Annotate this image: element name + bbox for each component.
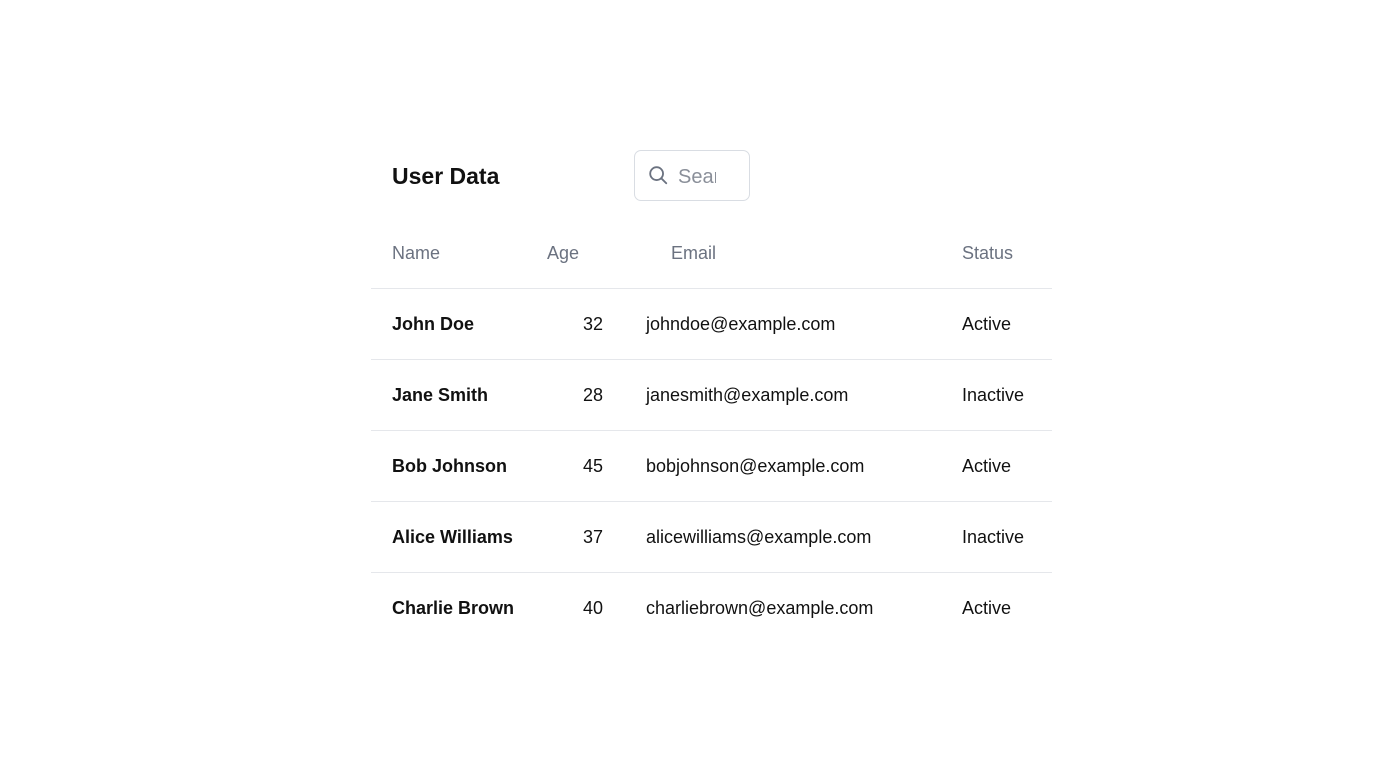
cell-email: janesmith@example.com (625, 359, 962, 431)
page-title: User Data (392, 163, 500, 189)
cell-age: 40 (582, 597, 603, 618)
cell-email: johndoe@example.com (625, 288, 962, 360)
cell-status: Active (962, 288, 1052, 360)
table-row[interactable]: Bob Johnson 45 bobjohnson@example.com Ac… (371, 430, 1052, 502)
cell-name: Alice Williams (371, 501, 547, 573)
cell-age: 45 (547, 430, 625, 502)
search-input[interactable] (678, 164, 716, 190)
cell-email: bobjohnson@example.com (625, 430, 962, 502)
user-data-card: User Data Name Age Email Status John Doe… (371, 150, 1052, 618)
cell-age: 32 (547, 288, 625, 360)
cell-status: Inactive (962, 359, 1052, 431)
table-header: Name Age Email Status (371, 218, 1052, 289)
column-header-email[interactable]: Email (625, 218, 962, 289)
cell-status: Inactive (962, 501, 1052, 573)
cell-name: Charlie Brown (392, 597, 515, 618)
column-header-status[interactable]: Status (962, 218, 1052, 289)
cell-name: John Doe (371, 288, 547, 360)
table-row[interactable]: Jane Smith 28 janesmith@example.com Inac… (371, 359, 1052, 431)
table-header-row: Name Age Email Status (371, 218, 1052, 289)
cell-status: Active (962, 597, 1012, 618)
cell-name: Jane Smith (371, 359, 547, 431)
user-table: Name Age Email Status John Doe 32 johndo… (371, 218, 1052, 643)
search-box[interactable] (634, 150, 750, 201)
search-icon (649, 166, 668, 185)
table-row[interactable]: Alice Williams 37 alicewilliams@example.… (371, 501, 1052, 573)
cell-email: alicewilliams@example.com (625, 501, 962, 573)
cell-status: Active (962, 430, 1052, 502)
column-header-name[interactable]: Name (371, 218, 547, 289)
cell-name: Bob Johnson (371, 430, 547, 502)
cell-email: charliebrown@example.com (646, 597, 874, 618)
card-header: User Data (371, 150, 1006, 204)
table-row[interactable]: John Doe 32 johndoe@example.com Active (371, 288, 1052, 360)
column-header-age[interactable]: Age (547, 218, 625, 289)
cell-age: 37 (547, 501, 625, 573)
table-body: John Doe 32 johndoe@example.com Active J… (371, 288, 1052, 644)
table-row[interactable]: Charlie Brown 40 charliebrown@example.co… (371, 573, 1052, 644)
cell-age: 28 (547, 359, 625, 431)
